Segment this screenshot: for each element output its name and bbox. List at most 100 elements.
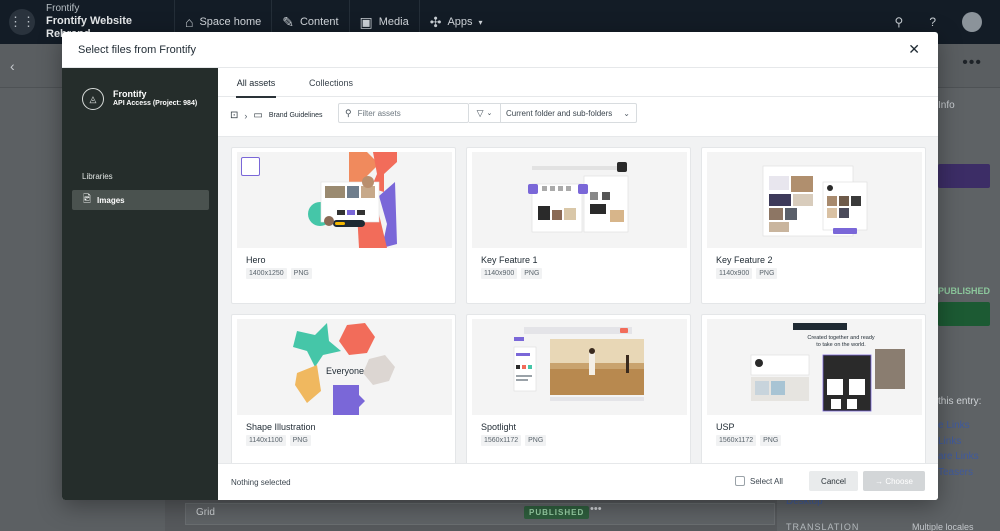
close-icon[interactable]: ✕ — [908, 42, 920, 56]
reference-link[interactable]: Teasers — [938, 465, 979, 481]
asset-dimensions: 1560x1172 — [481, 435, 522, 446]
asset-card-shape-illustration[interactable]: Everyone Shape Illustration 1140x1100 PN… — [231, 314, 456, 463]
modal-header: Select files from Frontify ✕ — [62, 32, 938, 68]
select-files-modal: Select files from Frontify ✕ ◬ Frontify … — [62, 32, 938, 500]
chevron-down-icon: ⌄ — [486, 110, 493, 117]
asset-thumbnail: Created together and ready to take on th… — [707, 319, 922, 415]
asset-thumbnail — [472, 152, 687, 248]
filter-button[interactable]: ▽ ⌄ — [469, 103, 501, 123]
row-label: Grid — [196, 507, 215, 518]
app-topbar-right: ⚲ ? — [895, 12, 1000, 32]
home-icon: ⌂ — [185, 14, 194, 30]
search-input[interactable] — [357, 108, 463, 118]
choose-button[interactable]: → Choose — [863, 471, 925, 491]
back-arrow-icon[interactable]: ‹ — [10, 58, 15, 74]
chevron-down-icon: ▾ — [478, 17, 483, 27]
asset-checkbox[interactable] — [241, 157, 260, 176]
folder-scope-select[interactable]: Current folder and sub-folders ⌄ — [501, 103, 637, 123]
tab-all-assets[interactable]: All assets — [236, 68, 276, 98]
asset-format: PNG — [289, 435, 311, 446]
asset-card-usp[interactable]: Created together and ready to take on th… — [701, 314, 926, 463]
reference-row[interactable] — [185, 503, 775, 525]
status-badge: PUBLISHED — [938, 286, 991, 296]
select-all-checkbox[interactable]: Select All — [735, 476, 783, 486]
asset-thumbnail — [707, 152, 922, 248]
search-icon: ⚲ — [345, 107, 352, 118]
publish-button[interactable] — [938, 164, 990, 188]
libraries-heading: Libraries — [82, 172, 113, 181]
locales-select[interactable]: Multiple locales — [912, 522, 974, 531]
org-name: Frontify — [46, 2, 80, 14]
asset-thumbnail — [237, 152, 452, 248]
asset-meta: 1140x1100 PNG — [246, 435, 311, 446]
scope-label: Current folder and sub-folders — [506, 108, 613, 118]
asset-tabs: All assets Collections — [218, 68, 938, 98]
asset-name: Key Feature 2 — [716, 255, 773, 265]
breadcrumb-current[interactable]: Brand Guidelines — [269, 112, 323, 119]
library-item-label: Images — [97, 195, 125, 205]
usp-headline-line-2: to take on the world. — [816, 342, 866, 348]
modal-title: Select files from Frontify — [78, 43, 196, 56]
tab-collections[interactable]: Collections — [308, 68, 354, 97]
filter-icon: ▽ — [476, 107, 484, 118]
asset-format: PNG — [525, 435, 547, 446]
asset-thumbnail — [472, 319, 687, 415]
asset-dimensions: 1140x900 — [481, 268, 518, 279]
asset-dimensions: 1140x1100 — [246, 435, 286, 446]
published-button[interactable] — [938, 302, 990, 326]
search-field: ⚲ — [338, 103, 469, 123]
references-list: e Links Links are Links Teasers — [938, 418, 979, 480]
folder-icon: ▭ — [253, 110, 263, 121]
image-icon: 🖻 — [83, 193, 92, 205]
chevron-right-icon: › — [244, 110, 248, 121]
translation-heading: TRANSLATION — [786, 522, 860, 531]
help-icon[interactable]: ? — [929, 15, 936, 29]
apps-icon: ✣ — [429, 13, 442, 30]
folder-home-icon[interactable]: ⊡ — [230, 110, 238, 121]
asset-card-key-feature-1[interactable]: Key Feature 1 1140x900 PNG — [466, 147, 691, 304]
asset-meta: 1560x1172 PNG — [481, 435, 547, 446]
app-switcher[interactable]: ⋮⋮ — [0, 0, 44, 44]
asset-grid: Hero 1400x1250 PNG Key Feature 1 1140x90… — [218, 137, 938, 463]
nav-label: Media — [378, 16, 409, 28]
asset-format: PNG — [756, 268, 778, 279]
modal-footer: Nothing selected Select All Cancel → Cho… — [218, 463, 938, 500]
grid-icon: ⋮⋮ — [9, 9, 35, 35]
shape-center-label: Everyone — [326, 366, 364, 376]
asset-format: PNG — [760, 435, 782, 446]
asset-card-hero[interactable]: Hero 1400x1250 PNG — [231, 147, 456, 304]
chevron-down-icon: ⌄ — [623, 108, 630, 118]
reference-link[interactable]: e Links — [938, 418, 979, 434]
asset-dimensions: 1140x900 — [716, 268, 753, 279]
asset-name: Shape Illustration — [246, 422, 316, 432]
library-item-images[interactable]: 🖻 Images — [72, 190, 209, 210]
asset-name: Key Feature 1 — [481, 255, 538, 265]
nav-label: Content — [299, 16, 339, 28]
asset-format: PNG — [521, 268, 543, 279]
reference-link[interactable]: Links — [938, 434, 979, 450]
more-icon[interactable]: ••• — [962, 54, 982, 72]
asset-thumbnail: Everyone — [237, 319, 452, 415]
reference-link[interactable]: are Links — [938, 449, 979, 465]
asset-name: USP — [716, 422, 735, 432]
asset-name: Hero — [246, 255, 266, 265]
cancel-button[interactable]: Cancel — [809, 471, 858, 491]
usp-headline-line-1: Created together and ready — [807, 335, 875, 341]
org-subtitle: API Access (Project: 984) — [113, 100, 198, 108]
selection-status: Nothing selected — [231, 478, 291, 487]
asset-card-spotlight[interactable]: Spotlight 1560x1172 PNG — [466, 314, 691, 463]
avatar[interactable] — [962, 12, 982, 32]
status-badge: PUBLISHED — [524, 506, 590, 519]
org-header: ◬ Frontify API Access (Project: 984) — [82, 88, 197, 110]
media-icon: ▣ — [359, 13, 373, 30]
search-icon[interactable]: ⚲ — [895, 15, 904, 29]
asset-meta: 1140x900 PNG — [716, 268, 778, 279]
more-icon[interactable]: ••• — [590, 503, 602, 515]
asset-name: Spotlight — [481, 422, 517, 432]
breadcrumb: ⊡ › ▭ Brand Guidelines — [230, 110, 323, 121]
references-label: this entry: — [938, 396, 982, 407]
checkbox-icon — [735, 476, 745, 486]
info-tab[interactable]: Info — [938, 100, 955, 111]
asset-card-key-feature-2[interactable]: Key Feature 2 1140x900 PNG — [701, 147, 926, 304]
asset-dimensions: 1560x1172 — [716, 435, 757, 446]
